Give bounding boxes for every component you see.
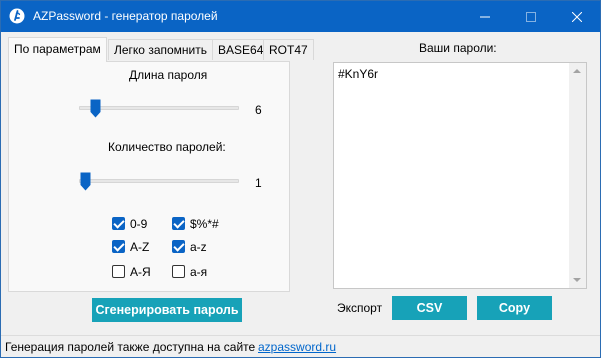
checkbox-cyrillic-lower-label: а-я xyxy=(190,265,208,279)
tab-label: По параметрам xyxy=(14,42,101,56)
minimize-icon xyxy=(480,16,490,17)
generate-password-button[interactable]: Сгенерировать пароль xyxy=(92,298,242,322)
checkbox-latin-lower[interactable] xyxy=(172,240,185,253)
checkbox-cyrillic-upper[interactable] xyxy=(112,265,125,278)
export-csv-button[interactable]: CSV xyxy=(392,296,467,320)
checkbox-latin-lower-label: a-z xyxy=(190,240,207,254)
count-slider-thumb[interactable] xyxy=(80,172,91,191)
checkbox-latin-upper-label: A-Z xyxy=(130,240,150,254)
tab-rot47[interactable]: ROT47 xyxy=(263,39,314,60)
close-icon xyxy=(572,11,582,22)
checkbox-latin-upper[interactable] xyxy=(112,240,125,253)
count-label: Количество паролей: xyxy=(108,140,226,154)
title-bar: AZPassword - генератор паролей xyxy=(1,1,600,32)
passwords-output-text: #KnY6r xyxy=(338,67,379,81)
tab-label: ROT47 xyxy=(269,43,308,57)
scroll-down-icon[interactable] xyxy=(573,278,581,282)
maximize-button[interactable] xyxy=(508,1,554,32)
passwords-output[interactable]: #KnY6r xyxy=(333,62,587,289)
status-text: Генерация паролей также доступна на сайт… xyxy=(5,340,256,354)
checkbox-cyrillic-upper-label: А-Я xyxy=(130,265,151,279)
status-bar: Генерация паролей также доступна на сайт… xyxy=(1,335,600,357)
params-panel: Длина пароля 6 Количество паролей: 1 0-9… xyxy=(8,61,290,292)
export-label: Экспорт xyxy=(337,301,383,315)
app-logo-icon xyxy=(9,8,25,24)
minimize-button[interactable] xyxy=(462,1,508,32)
count-slider-track[interactable] xyxy=(79,179,239,183)
close-button[interactable] xyxy=(554,1,600,32)
length-label: Длина пароля xyxy=(129,68,208,82)
tab-label: BASE64 xyxy=(218,43,264,57)
tab-easy-remember[interactable]: Легко запомнить xyxy=(108,39,213,60)
scroll-up-icon[interactable] xyxy=(573,69,581,73)
maximize-icon xyxy=(526,11,536,22)
website-link[interactable]: azpassword.ru xyxy=(258,340,336,354)
checkbox-symbols[interactable] xyxy=(172,217,185,230)
checkbox-digits[interactable] xyxy=(112,217,125,230)
window-title: AZPassword - генератор паролей xyxy=(33,9,218,23)
tab-label: Легко запомнить xyxy=(114,43,207,57)
tab-base64[interactable]: BASE64 xyxy=(212,39,270,60)
passwords-title: Ваши пароли: xyxy=(419,41,497,55)
app-window: AZPassword - генератор паролей По параме… xyxy=(0,0,601,358)
length-slider-track[interactable] xyxy=(79,106,239,110)
length-slider-thumb[interactable] xyxy=(90,99,101,118)
copy-button[interactable]: Copy xyxy=(477,296,552,320)
checkbox-symbols-label: $%*# xyxy=(190,217,219,231)
passwords-scrollbar[interactable] xyxy=(569,63,586,288)
tab-params[interactable]: По параметрам xyxy=(8,37,107,62)
length-value: 6 xyxy=(255,103,262,117)
count-value: 1 xyxy=(255,176,262,190)
checkbox-cyrillic-lower[interactable] xyxy=(172,265,185,278)
checkbox-digits-label: 0-9 xyxy=(130,217,148,231)
